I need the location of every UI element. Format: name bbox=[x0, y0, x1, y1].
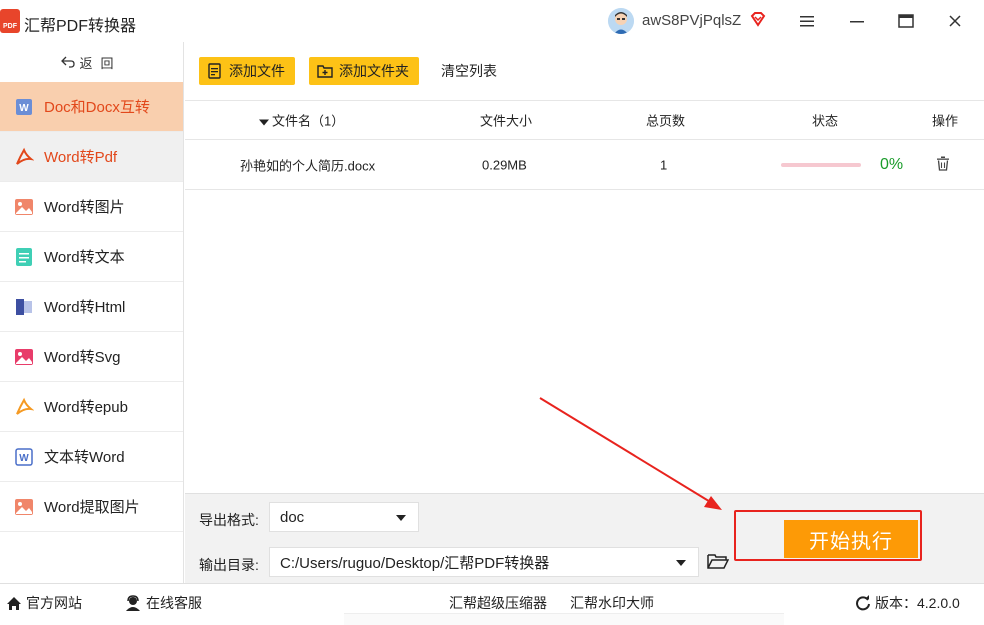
clear-list-button[interactable]: 清空列表 bbox=[441, 61, 497, 81]
add-file-button[interactable]: 添加文件 bbox=[199, 57, 295, 85]
file-name: 孙艳如的个人简历.docx bbox=[240, 158, 376, 173]
menu-icon[interactable] bbox=[796, 10, 818, 32]
compressor-link[interactable]: 汇帮超级压缩器 bbox=[449, 593, 547, 613]
home-icon bbox=[7, 596, 21, 610]
sidebar-item-word-html[interactable]: Word转Html bbox=[0, 282, 183, 332]
epub-icon bbox=[14, 397, 34, 417]
status-header: 状态 bbox=[812, 113, 839, 129]
toolbar: 添加文件 添加文件夹 清空列表 bbox=[185, 42, 984, 100]
extract-image-icon bbox=[14, 497, 34, 517]
output-settings: 导出格式: doc 输出目录: C:/Users/ruguo/Desktop/汇… bbox=[185, 493, 984, 583]
chevron-down-icon bbox=[676, 560, 686, 566]
support-agent-icon bbox=[126, 595, 140, 611]
html-doc-icon bbox=[14, 297, 34, 317]
open-folder-icon[interactable] bbox=[707, 552, 730, 570]
version-info[interactable]: 版本：4.2.0.0 bbox=[855, 593, 960, 613]
sidebar-item-label: Word提取图片 bbox=[44, 499, 140, 516]
sidebar-item-label: Word转文本 bbox=[44, 249, 125, 266]
text-doc-icon bbox=[14, 247, 34, 267]
output-dir-select[interactable]: C:/Users/ruguo/Desktop/汇帮PDF转换器 bbox=[269, 547, 699, 577]
user-avatar[interactable] bbox=[608, 8, 634, 34]
page-count: 1 bbox=[660, 157, 668, 172]
acrobat-icon bbox=[14, 147, 34, 167]
watermark-link[interactable]: 汇帮水印大师 bbox=[570, 593, 654, 613]
sidebar-item-word-text[interactable]: Word转文本 bbox=[0, 232, 183, 282]
format-select[interactable]: doc bbox=[269, 502, 419, 532]
sidebar: 返回 W Doc和Docx互转 Word转Pdf Word转图片 Word转文本… bbox=[0, 42, 184, 583]
sidebar-item-word-epub[interactable]: Word转epub bbox=[0, 382, 183, 432]
start-button[interactable]: 开始执行 bbox=[784, 520, 918, 558]
svg-text:W: W bbox=[19, 453, 29, 464]
sidebar-item-doc-docx[interactable]: W Doc和Docx互转 bbox=[0, 82, 183, 132]
svg-image-icon bbox=[14, 347, 34, 367]
title-bar: PDF 汇帮PDF转换器 awS8PVjPqlsZ bbox=[0, 0, 984, 42]
word-doc-icon: W bbox=[14, 97, 34, 117]
progress-percent: 0% bbox=[880, 155, 904, 173]
svg-text:W: W bbox=[19, 103, 29, 114]
sidebar-item-text-word[interactable]: W 文本转Word bbox=[0, 432, 183, 482]
minimize-icon[interactable] bbox=[846, 10, 868, 32]
add-folder-button[interactable]: 添加文件夹 bbox=[309, 57, 419, 85]
progress-bar bbox=[781, 163, 861, 167]
size-header: 文件大小 bbox=[480, 113, 533, 129]
image-icon bbox=[14, 197, 34, 217]
app-title: 汇帮PDF转换器 bbox=[24, 18, 137, 35]
add-folder-icon bbox=[317, 65, 333, 78]
sidebar-item-label: Doc和Docx互转 bbox=[44, 99, 150, 116]
refresh-icon bbox=[856, 595, 870, 611]
pages-header: 总页数 bbox=[646, 113, 686, 129]
file-size: 0.29MB bbox=[482, 157, 527, 172]
sidebar-item-word-svg[interactable]: Word转Svg bbox=[0, 332, 183, 382]
delete-icon[interactable] bbox=[936, 156, 950, 174]
sidebar-item-label: Word转Pdf bbox=[44, 149, 118, 166]
word-icon: W bbox=[14, 447, 34, 467]
back-label: 返回 bbox=[79, 55, 122, 71]
sidebar-item-extract-image[interactable]: Word提取图片 bbox=[0, 482, 183, 532]
sidebar-item-label: Word转图片 bbox=[44, 199, 125, 216]
sidebar-item-word-image[interactable]: Word转图片 bbox=[0, 182, 183, 232]
online-support-link[interactable]: 在线客服 bbox=[124, 593, 202, 613]
close-icon[interactable] bbox=[944, 10, 966, 32]
background-window-strip bbox=[344, 613, 784, 625]
user-name[interactable]: awS8PVjPqlsZ bbox=[642, 12, 741, 29]
table-header: 文件名（1） 文件大小 总页数 状态 操作 bbox=[185, 100, 984, 140]
table-row[interactable]: 孙艳如的个人简历.docx 0.29MB 1 0% bbox=[185, 140, 984, 190]
official-website-link[interactable]: 官方网站 bbox=[6, 593, 82, 613]
filename-header[interactable]: 文件名（1） bbox=[259, 111, 344, 130]
back-arrow-icon bbox=[61, 56, 76, 68]
sidebar-item-label: Word转Html bbox=[44, 299, 126, 316]
app-logo-icon: PDF bbox=[0, 9, 20, 33]
back-button[interactable]: 返回 bbox=[0, 42, 183, 82]
sort-down-icon bbox=[259, 119, 269, 126]
chevron-down-icon bbox=[396, 515, 406, 521]
sidebar-item-label: Word转Svg bbox=[44, 349, 121, 366]
sidebar-item-label: Word转epub bbox=[44, 399, 128, 416]
vip-diamond-icon[interactable] bbox=[750, 11, 766, 27]
dir-label: 输出目录: bbox=[199, 557, 259, 573]
maximize-icon[interactable] bbox=[895, 10, 917, 32]
action-header: 操作 bbox=[932, 113, 959, 129]
add-file-icon bbox=[208, 63, 221, 79]
sidebar-item-label: 文本转Word bbox=[44, 449, 125, 466]
main-panel: 添加文件 添加文件夹 清空列表 文件名（1） 文件大小 总页数 状态 操作 孙艳… bbox=[185, 42, 984, 493]
sidebar-item-word-pdf[interactable]: Word转Pdf bbox=[0, 132, 183, 182]
format-label: 导出格式: bbox=[199, 512, 259, 528]
